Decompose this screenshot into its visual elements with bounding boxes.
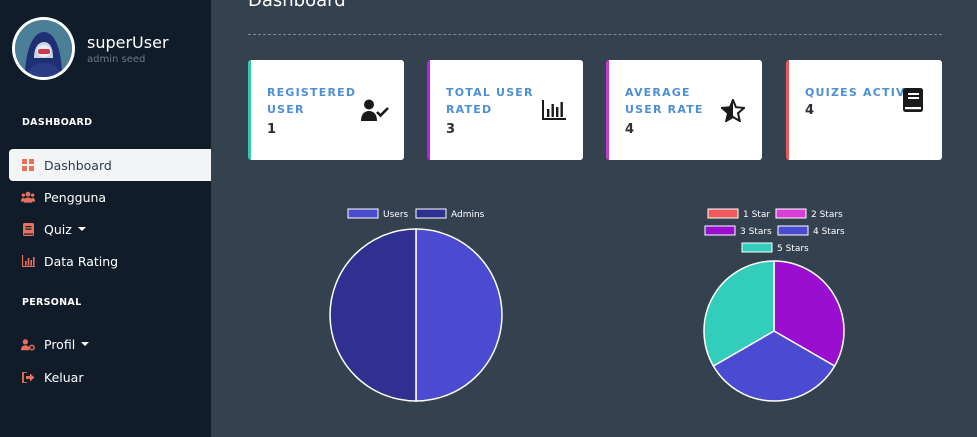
sidebar-item-keluar[interactable]: Keluar xyxy=(9,361,211,393)
users-icon xyxy=(21,190,35,204)
user-cog-icon xyxy=(21,337,35,351)
legend-label: 1 Star xyxy=(743,210,770,220)
user-profile[interactable]: superUser admin seed xyxy=(12,17,169,80)
user-role: admin seed xyxy=(87,53,146,65)
stat-card-total-user-rated: TOTAL USER RATED 3 xyxy=(427,60,583,160)
legend-swatch xyxy=(777,225,809,236)
sidebar-item-label: Dashboard xyxy=(44,157,112,173)
section-personal-label: PERSONAL xyxy=(22,297,82,308)
card-title: REGISTERED USER xyxy=(267,86,357,116)
chevron-down-icon xyxy=(81,342,90,346)
sidebar-item-label: Pengguna xyxy=(44,189,107,205)
legend-swatch xyxy=(347,208,379,219)
book-icon xyxy=(21,222,35,236)
users-admins-pie-chart: Users Admins xyxy=(329,208,503,402)
legend-swatch xyxy=(707,208,739,219)
stat-card-registered-user: REGISTERED USER 1 xyxy=(248,60,404,160)
pie-slice-users xyxy=(415,228,503,402)
user-name: superUser xyxy=(87,32,169,52)
grid-icon xyxy=(21,158,35,172)
sign-out-icon xyxy=(21,370,35,384)
legend-swatch xyxy=(415,208,447,219)
legend-label: Users xyxy=(383,210,409,220)
divider xyxy=(248,34,942,35)
legend-swatch xyxy=(741,242,773,253)
pie-slice-admins xyxy=(329,228,417,402)
legend-label: 3 Stars xyxy=(740,227,772,237)
stat-card-quizes-active: QUIZES ACTIVE 4 xyxy=(786,60,942,160)
sidebar-item-dashboard[interactable]: Dashboard xyxy=(9,149,211,181)
sidebar-item-profil[interactable]: Profil xyxy=(9,328,211,360)
legend-label: 2 Stars xyxy=(811,210,843,220)
card-value: 3 xyxy=(446,122,456,137)
book-icon xyxy=(898,86,928,114)
sidebar-item-pengguna[interactable]: Pengguna xyxy=(9,181,211,213)
card-value: 4 xyxy=(625,122,635,137)
legend-label: 5 Stars xyxy=(777,244,809,254)
user-check-icon xyxy=(360,96,390,124)
sidebar-item-label: Quiz xyxy=(44,221,72,237)
sidebar-item-data-rating[interactable]: Data Rating xyxy=(9,245,211,277)
stat-card-average-user-rate: AVERAGE USER RATE 4 xyxy=(606,60,762,160)
sidebar-item-label: Data Rating xyxy=(44,253,119,269)
page-title: Dashboard xyxy=(248,0,346,11)
avatar xyxy=(12,17,75,80)
card-value: 1 xyxy=(267,122,277,137)
card-value: 4 xyxy=(805,103,815,118)
sidebar-item-quiz[interactable]: Quiz xyxy=(9,213,211,245)
card-title: TOTAL USER RATED xyxy=(446,86,534,116)
star-half-icon xyxy=(718,96,748,124)
poll-icon xyxy=(539,96,569,124)
star-rating-pie-chart: 1 Star 2 Stars 3 Stars 4 Stars 5 Stars xyxy=(703,208,845,402)
legend-label: 4 Stars xyxy=(813,227,845,237)
card-title: AVERAGE USER RATE xyxy=(625,86,704,116)
sidebar-item-label: Profil xyxy=(44,336,76,352)
legend-swatch xyxy=(775,208,807,219)
sidebar-item-label: Keluar xyxy=(44,369,84,385)
bar-chart-icon xyxy=(21,254,35,268)
legend-swatch xyxy=(704,225,736,236)
legend-label: Admins xyxy=(451,210,485,220)
sidebar: superUser admin seed DASHBOARD Dashboard… xyxy=(0,0,211,437)
chevron-down-icon xyxy=(77,227,86,231)
section-dashboard-label: DASHBOARD xyxy=(22,117,93,128)
